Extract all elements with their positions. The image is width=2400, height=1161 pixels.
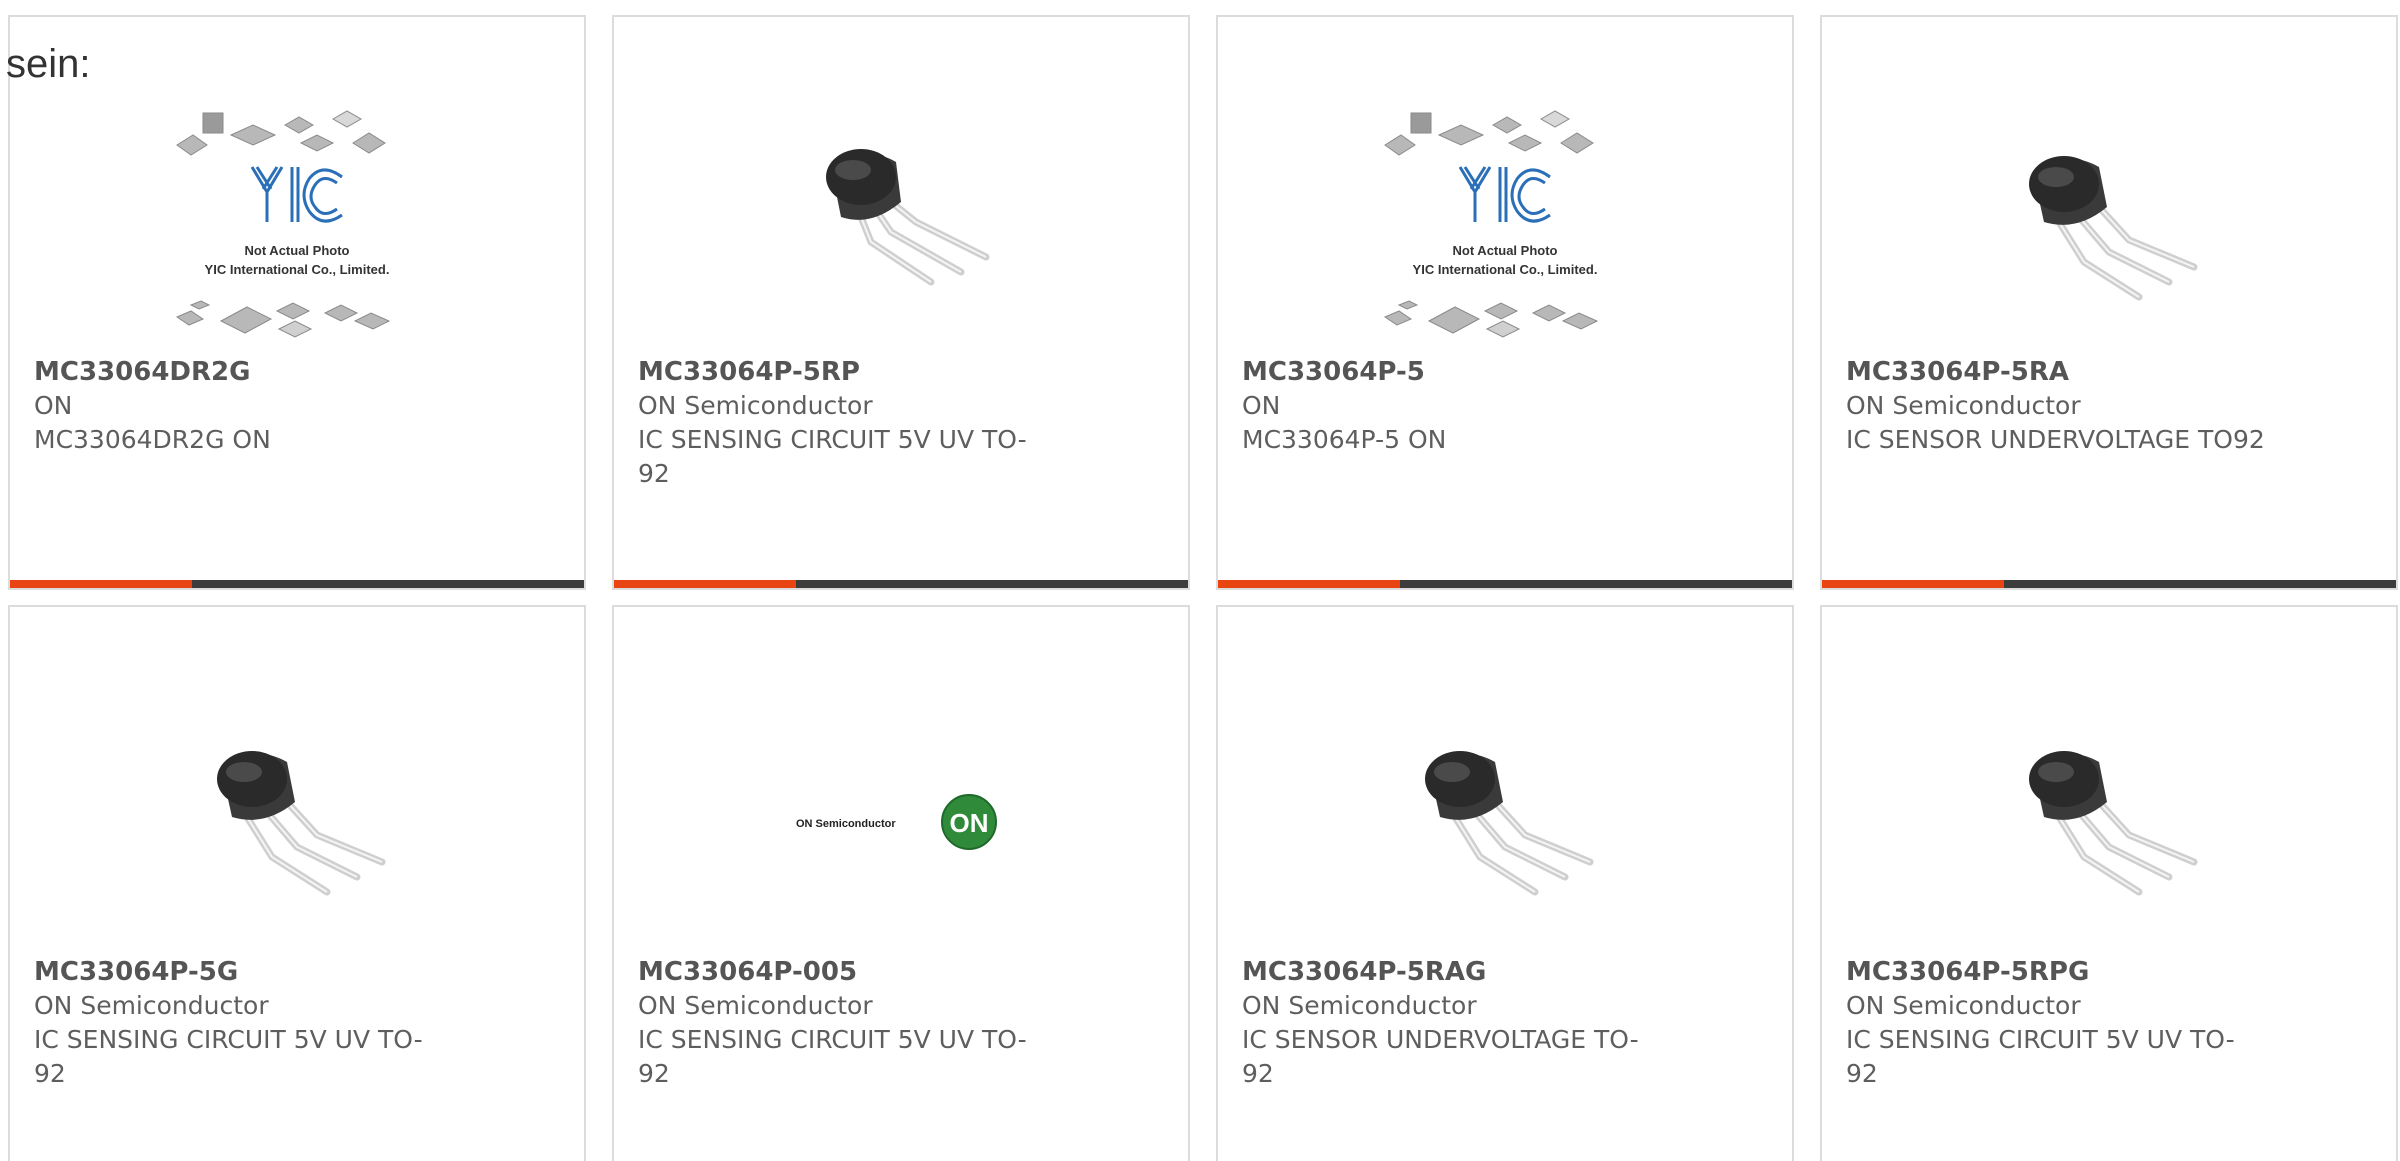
product-card[interactable]: MC33064P-5RAG ON Semiconductor IC SENSOR…	[1216, 605, 1794, 1161]
placeholder-line1: Not Actual Photo	[1453, 243, 1558, 258]
description: IC SENSING CIRCUIT 5V UV TO-92	[638, 425, 1027, 488]
card-bottom-bar	[1822, 580, 2396, 588]
part-number[interactable]: MC33064P-5RA	[1846, 355, 2266, 389]
description: IC SENSING CIRCUIT 5V UV TO-92	[1846, 1025, 2235, 1088]
manufacturer: ON Semiconductor	[638, 391, 873, 420]
to92-transistor-image	[1425, 751, 1594, 896]
placeholder-line2: YIC International Co., Limited.	[205, 262, 390, 277]
placeholder-line1: Not Actual Photo	[245, 243, 350, 258]
yic-placeholder-image: Not Actual Photo YIC International Co., …	[1383, 110, 1599, 338]
product-image[interactable]	[614, 92, 1188, 362]
to92-transistor-image	[2029, 156, 2198, 301]
description: IC SENSING CIRCUIT 5V UV TO-92	[638, 1025, 1027, 1088]
product-image[interactable]: ON Semiconductor ON	[614, 687, 1188, 957]
yic-placeholder-image: Not Actual Photo YIC International Co., …	[175, 110, 391, 338]
product-info: MC33064P-5RPG ON Semiconductor IC SENSIN…	[1846, 955, 2266, 1091]
description: IC SENSOR UNDERVOLTAGE TO92	[1846, 425, 2265, 454]
card-bottom-bar	[1218, 580, 1792, 588]
description: MC33064DR2G ON	[34, 425, 271, 454]
manufacturer: ON Semiconductor	[1846, 991, 2081, 1020]
product-image[interactable]: Not Actual Photo YIC International Co., …	[1218, 92, 1792, 362]
product-image[interactable]: Not Actual Photo YIC International Co., …	[10, 92, 584, 362]
part-number[interactable]: MC33064P-5RAG	[1242, 955, 1662, 989]
to92-transistor-image	[217, 751, 386, 896]
part-number[interactable]: MC33064P-5RPG	[1846, 955, 2266, 989]
product-card[interactable]: Not Actual Photo YIC International Co., …	[8, 15, 586, 590]
description: IC SENSING CIRCUIT 5V UV TO-92	[34, 1025, 423, 1088]
product-card[interactable]: Not Actual Photo YIC International Co., …	[1216, 15, 1794, 590]
to92-transistor-image	[826, 149, 990, 286]
product-info: MC33064P-5RAG ON Semiconductor IC SENSOR…	[1242, 955, 1662, 1091]
product-grid-page: sein: Not Actual Photo YIC International…	[0, 0, 2400, 1161]
card-bottom-bar	[614, 580, 1188, 588]
part-number[interactable]: MC33064DR2G	[34, 355, 454, 389]
placeholder-line2: YIC International Co., Limited.	[1413, 262, 1598, 277]
description: MC33064P-5 ON	[1242, 425, 1447, 454]
product-card[interactable]: MC33064P-5RP ON Semiconductor IC SENSING…	[612, 15, 1190, 590]
manufacturer: ON Semiconductor	[1846, 391, 2081, 420]
on-wordmark: ON Semiconductor	[796, 818, 896, 830]
intro-text: sein:	[6, 42, 91, 86]
card-accent-bar	[1822, 580, 2004, 588]
product-info: MC33064P-5G ON Semiconductor IC SENSING …	[34, 955, 454, 1091]
card-accent-bar	[1218, 580, 1400, 588]
product-info: MC33064P-005 ON Semiconductor IC SENSING…	[638, 955, 1058, 1091]
on-badge-text: ON	[950, 808, 989, 838]
manufacturer: ON Semiconductor	[1242, 991, 1477, 1020]
product-card[interactable]: MC33064P-5RA ON Semiconductor IC SENSOR …	[1820, 15, 2398, 590]
product-info: MC33064P-5RP ON Semiconductor IC SENSING…	[638, 355, 1058, 491]
product-image[interactable]	[10, 687, 584, 957]
manufacturer: ON Semiconductor	[638, 991, 873, 1020]
card-accent-bar	[614, 580, 796, 588]
card-bottom-bar	[10, 580, 584, 588]
part-number[interactable]: MC33064P-005	[638, 955, 1058, 989]
product-image[interactable]	[1218, 687, 1792, 957]
product-image[interactable]	[1822, 687, 2396, 957]
manufacturer: ON	[1242, 391, 1281, 420]
card-accent-bar	[10, 580, 192, 588]
product-card[interactable]: MC33064P-5G ON Semiconductor IC SENSING …	[8, 605, 586, 1161]
description: IC SENSOR UNDERVOLTAGE TO-92	[1242, 1025, 1639, 1088]
product-card[interactable]: ON Semiconductor ON MC33064P-005 ON Semi…	[612, 605, 1190, 1161]
manufacturer: ON Semiconductor	[34, 991, 269, 1020]
to92-transistor-image	[2029, 751, 2198, 896]
product-image[interactable]	[1822, 92, 2396, 362]
part-number[interactable]: MC33064P-5	[1242, 355, 1662, 389]
on-semiconductor-logo-image: ON Semiconductor ON	[796, 794, 997, 850]
product-card[interactable]: MC33064P-5RPG ON Semiconductor IC SENSIN…	[1820, 605, 2398, 1161]
product-grid: Not Actual Photo YIC International Co., …	[8, 15, 2398, 1161]
part-number[interactable]: MC33064P-5RP	[638, 355, 1058, 389]
product-info: MC33064P-5 ON MC33064P-5 ON	[1242, 355, 1662, 457]
part-number[interactable]: MC33064P-5G	[34, 955, 454, 989]
manufacturer: ON	[34, 391, 73, 420]
product-info: MC33064DR2G ON MC33064DR2G ON	[34, 355, 454, 457]
product-info: MC33064P-5RA ON Semiconductor IC SENSOR …	[1846, 355, 2266, 457]
